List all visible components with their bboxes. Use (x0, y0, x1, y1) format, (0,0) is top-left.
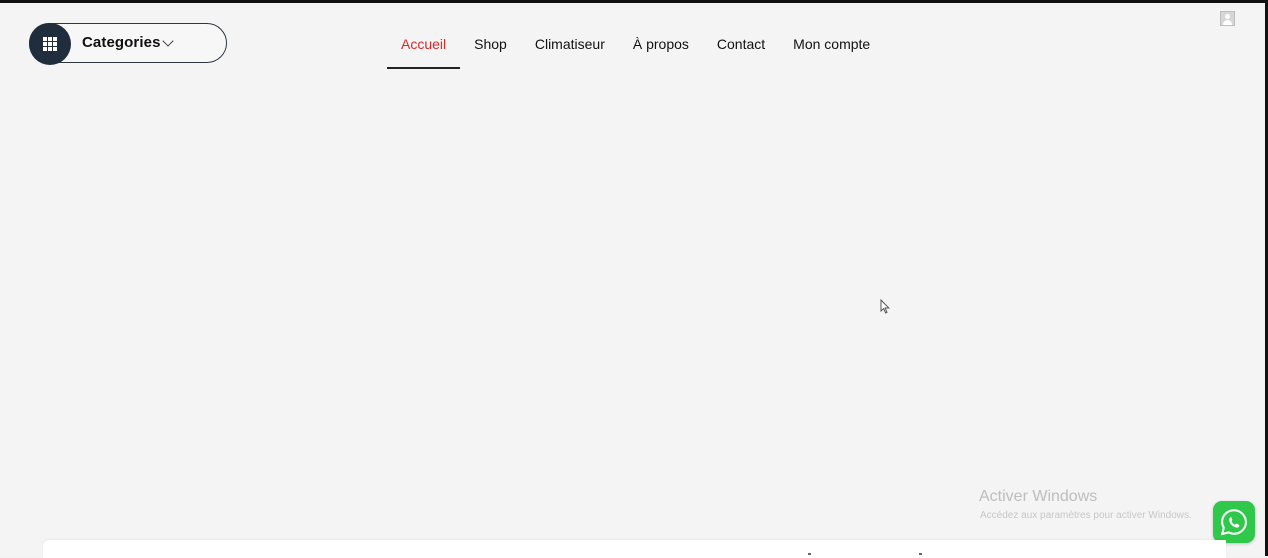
categories-label: Categories (82, 34, 161, 51)
mouse-cursor-icon (880, 299, 890, 314)
categories-button[interactable]: Categories (29, 23, 227, 65)
user-icon[interactable] (1220, 11, 1235, 26)
bottom-separator-mark (808, 553, 811, 555)
bottom-separator-mark (919, 553, 922, 555)
nav-item-shop[interactable]: Shop (460, 3, 521, 69)
grid-icon (43, 37, 57, 51)
main-navigation: Accueil Shop Climatiseur À propos Contac… (387, 3, 884, 83)
windows-activation-subtitle: Accédez aux paramètres pour activer Wind… (980, 510, 1192, 521)
nav-item-a-propos[interactable]: À propos (619, 3, 703, 69)
windows-activation-title: Activer Windows (979, 488, 1098, 505)
nav-item-climatiseur[interactable]: Climatiseur (521, 3, 619, 69)
categories-icon-wrap (29, 23, 71, 65)
whatsapp-icon (1220, 509, 1247, 536)
whatsapp-button[interactable] (1213, 501, 1255, 543)
nav-item-mon-compte[interactable]: Mon compte (779, 3, 884, 69)
nav-item-accueil[interactable]: Accueil (387, 3, 461, 69)
bottom-content-panel (43, 540, 1226, 558)
page: Categories Accueil Shop Climatiseur À pr… (0, 0, 1268, 558)
chevron-down-icon (162, 35, 174, 47)
nav-item-contact[interactable]: Contact (703, 3, 779, 69)
site-header: Categories Accueil Shop Climatiseur À pr… (0, 3, 1265, 83)
